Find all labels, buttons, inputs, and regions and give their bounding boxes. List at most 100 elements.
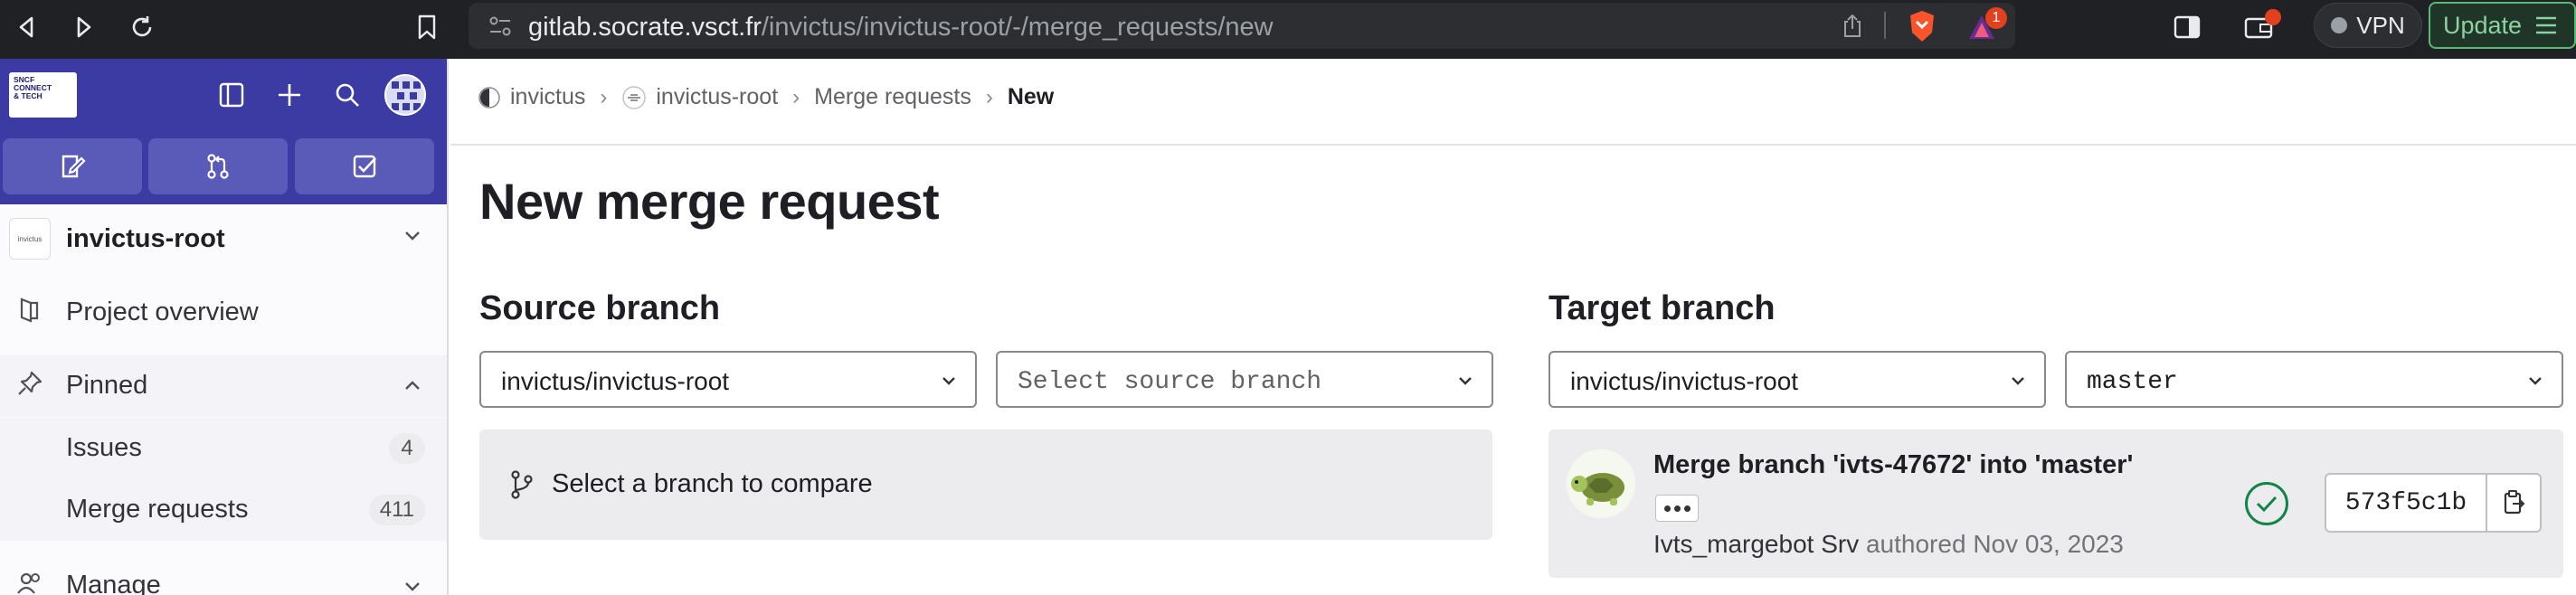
breadcrumb-item-project[interactable]: invictus-root bbox=[621, 84, 778, 110]
vpn-label: VPN bbox=[2356, 11, 2405, 39]
source-project-dropdown[interactable]: invictus/invictus-root bbox=[479, 351, 977, 408]
main-content: invictus › invictus-root › Merge request… bbox=[450, 59, 2576, 595]
pin-icon bbox=[14, 368, 45, 399]
bookmark-icon[interactable] bbox=[409, 9, 445, 45]
breadcrumb-item-group[interactable]: invictus bbox=[478, 84, 585, 110]
commit-date: Nov 03, 2023 bbox=[1973, 530, 2124, 558]
url-host: gitlab.socrate.vsct.fr bbox=[528, 13, 762, 42]
source-branch-heading: Source branch bbox=[479, 289, 721, 327]
wallet-notification-dot bbox=[2265, 9, 2281, 25]
chevron-down-icon bbox=[2012, 377, 2024, 385]
logo-line-3: & TECH bbox=[14, 91, 43, 100]
toolbar-divider bbox=[1884, 12, 1886, 39]
commit-sha[interactable]: 573f5c1b bbox=[2326, 475, 2486, 531]
sidebar-section-manage[interactable]: Manage bbox=[0, 555, 447, 595]
url-text: gitlab.socrate.vsct.fr/invictus/invictus… bbox=[528, 13, 1274, 42]
copy-sha-button[interactable] bbox=[2486, 475, 2540, 531]
search-icon[interactable] bbox=[327, 75, 367, 115]
breadcrumb-item-merge-requests[interactable]: Merge requests bbox=[814, 84, 971, 110]
update-label: Update bbox=[2443, 11, 2523, 39]
sidebar-item-label: Pinned bbox=[66, 371, 148, 400]
project-avatar: invictus bbox=[9, 218, 51, 260]
vpn-button[interactable]: VPN bbox=[2314, 3, 2422, 48]
breadcrumb-separator: › bbox=[985, 84, 993, 109]
chevron-down-icon bbox=[2529, 377, 2542, 385]
reload-icon[interactable] bbox=[124, 9, 160, 45]
update-button[interactable]: Update bbox=[2429, 2, 2576, 49]
brave-shields-icon[interactable] bbox=[1907, 9, 1937, 48]
commit-author-avatar[interactable] bbox=[1567, 449, 1635, 518]
todo-icon bbox=[353, 155, 376, 178]
sidebar-header: SNCF CONNECT & TECH bbox=[0, 59, 447, 204]
url-path: /invictus/invictus-root/-/merge_requests… bbox=[761, 13, 1274, 42]
sidebar-item-issues[interactable]: Issues 4 bbox=[0, 418, 447, 479]
address-bar[interactable]: gitlab.socrate.vsct.fr/invictus/invictus… bbox=[469, 3, 2015, 49]
compare-hint-text: Select a branch to compare bbox=[552, 469, 873, 498]
breadcrumb-label: Merge requests bbox=[814, 84, 971, 109]
commit-meta: Ivts_margebot Srv authored Nov 03, 2023 bbox=[1653, 530, 2124, 559]
sncf-connect-tech-logo[interactable]: SNCF CONNECT & TECH bbox=[9, 72, 77, 118]
chevron-down-icon bbox=[942, 377, 955, 385]
brave-rewards-icon[interactable]: 1 bbox=[1965, 7, 2007, 51]
breadcrumb-separator: › bbox=[600, 84, 608, 109]
project-avatar-text: invictus bbox=[17, 234, 43, 243]
breadcrumb: invictus › invictus-root › Merge request… bbox=[478, 84, 1054, 110]
target-branch-dropdown[interactable]: master bbox=[2065, 351, 2563, 408]
site-settings-icon[interactable] bbox=[488, 15, 512, 42]
breadcrumb-label: invictus-root bbox=[656, 84, 779, 109]
sidebar-section-pinned[interactable]: Pinned bbox=[0, 355, 447, 417]
sidebar-item-merge-requests[interactable]: Merge requests 411 bbox=[0, 479, 447, 541]
page-title: New merge request bbox=[479, 173, 940, 230]
copy-icon bbox=[2504, 490, 2525, 515]
left-sidebar: SNCF CONNECT & TECH invictus invictus-ro… bbox=[0, 59, 449, 595]
group-avatar-icon bbox=[478, 86, 500, 109]
sidebar-toggle-icon[interactable] bbox=[2169, 9, 2205, 45]
chevron-down-icon[interactable] bbox=[403, 230, 421, 247]
rewards-badge: 1 bbox=[1985, 7, 2007, 29]
sidebar-item-label: Manage bbox=[66, 571, 161, 595]
commit-title[interactable]: Merge branch 'ivts-47672' into 'master' bbox=[1653, 450, 2133, 480]
target-project-dropdown[interactable]: invictus/invictus-root bbox=[1548, 351, 2046, 408]
sidebar-item-project-overview[interactable]: Project overview bbox=[0, 282, 447, 344]
menu-icon bbox=[2536, 16, 2557, 34]
pipeline-passed-icon[interactable] bbox=[2245, 482, 2288, 525]
source-project-value: invictus/invictus-root bbox=[501, 367, 730, 395]
manage-users-icon bbox=[14, 568, 45, 595]
commit-author[interactable]: Ivts_margebot Srv bbox=[1653, 530, 1859, 558]
sidebar-item-label: Merge requests bbox=[66, 495, 249, 524]
target-branch-value: master bbox=[2087, 368, 2178, 396]
merge-request-icon bbox=[207, 154, 229, 179]
source-branch-dropdown[interactable]: Select source branch bbox=[996, 351, 1493, 408]
merge-requests-tab[interactable] bbox=[148, 138, 288, 194]
create-new-icon[interactable] bbox=[270, 75, 309, 115]
todo-list-tab[interactable] bbox=[295, 138, 434, 194]
sidebar-item-label: Issues bbox=[66, 433, 142, 462]
back-icon[interactable] bbox=[9, 9, 45, 45]
target-branch-heading: Target branch bbox=[1548, 289, 1776, 327]
wallet-icon[interactable] bbox=[2241, 9, 2281, 45]
user-avatar[interactable] bbox=[384, 74, 426, 116]
issues-count-badge: 4 bbox=[389, 433, 425, 464]
chevron-down-icon bbox=[1459, 377, 1472, 385]
share-icon[interactable] bbox=[1842, 14, 1863, 43]
compare-placeholder-panel: Select a branch to compare bbox=[479, 430, 1492, 540]
breadcrumb-separator: › bbox=[792, 84, 800, 109]
breadcrumb-divider bbox=[450, 144, 2576, 146]
toggle-commit-description-button[interactable] bbox=[1655, 495, 1699, 522]
issues-icon bbox=[62, 155, 86, 178]
assigned-issues-tab[interactable] bbox=[3, 138, 142, 194]
source-branch-placeholder: Select source branch bbox=[1018, 368, 1322, 396]
breadcrumb-item-new[interactable]: New bbox=[1008, 84, 1054, 110]
project-overview-icon bbox=[14, 295, 45, 326]
vpn-status-icon bbox=[2331, 17, 2348, 33]
commit-sha-group: 573f5c1b bbox=[2325, 473, 2542, 533]
target-project-value: invictus/invictus-root bbox=[1570, 367, 1799, 395]
chevron-up-icon bbox=[403, 379, 421, 396]
branch-icon bbox=[511, 470, 533, 499]
collapse-sidebar-icon[interactable] bbox=[212, 75, 251, 115]
authored-label: authored bbox=[1865, 530, 1966, 558]
forward-icon[interactable] bbox=[65, 9, 101, 45]
merge-requests-count-badge: 411 bbox=[368, 495, 425, 525]
breadcrumb-label: invictus bbox=[510, 84, 586, 109]
target-commit-card: Merge branch 'ivts-47672' into 'master' … bbox=[1548, 430, 2563, 578]
